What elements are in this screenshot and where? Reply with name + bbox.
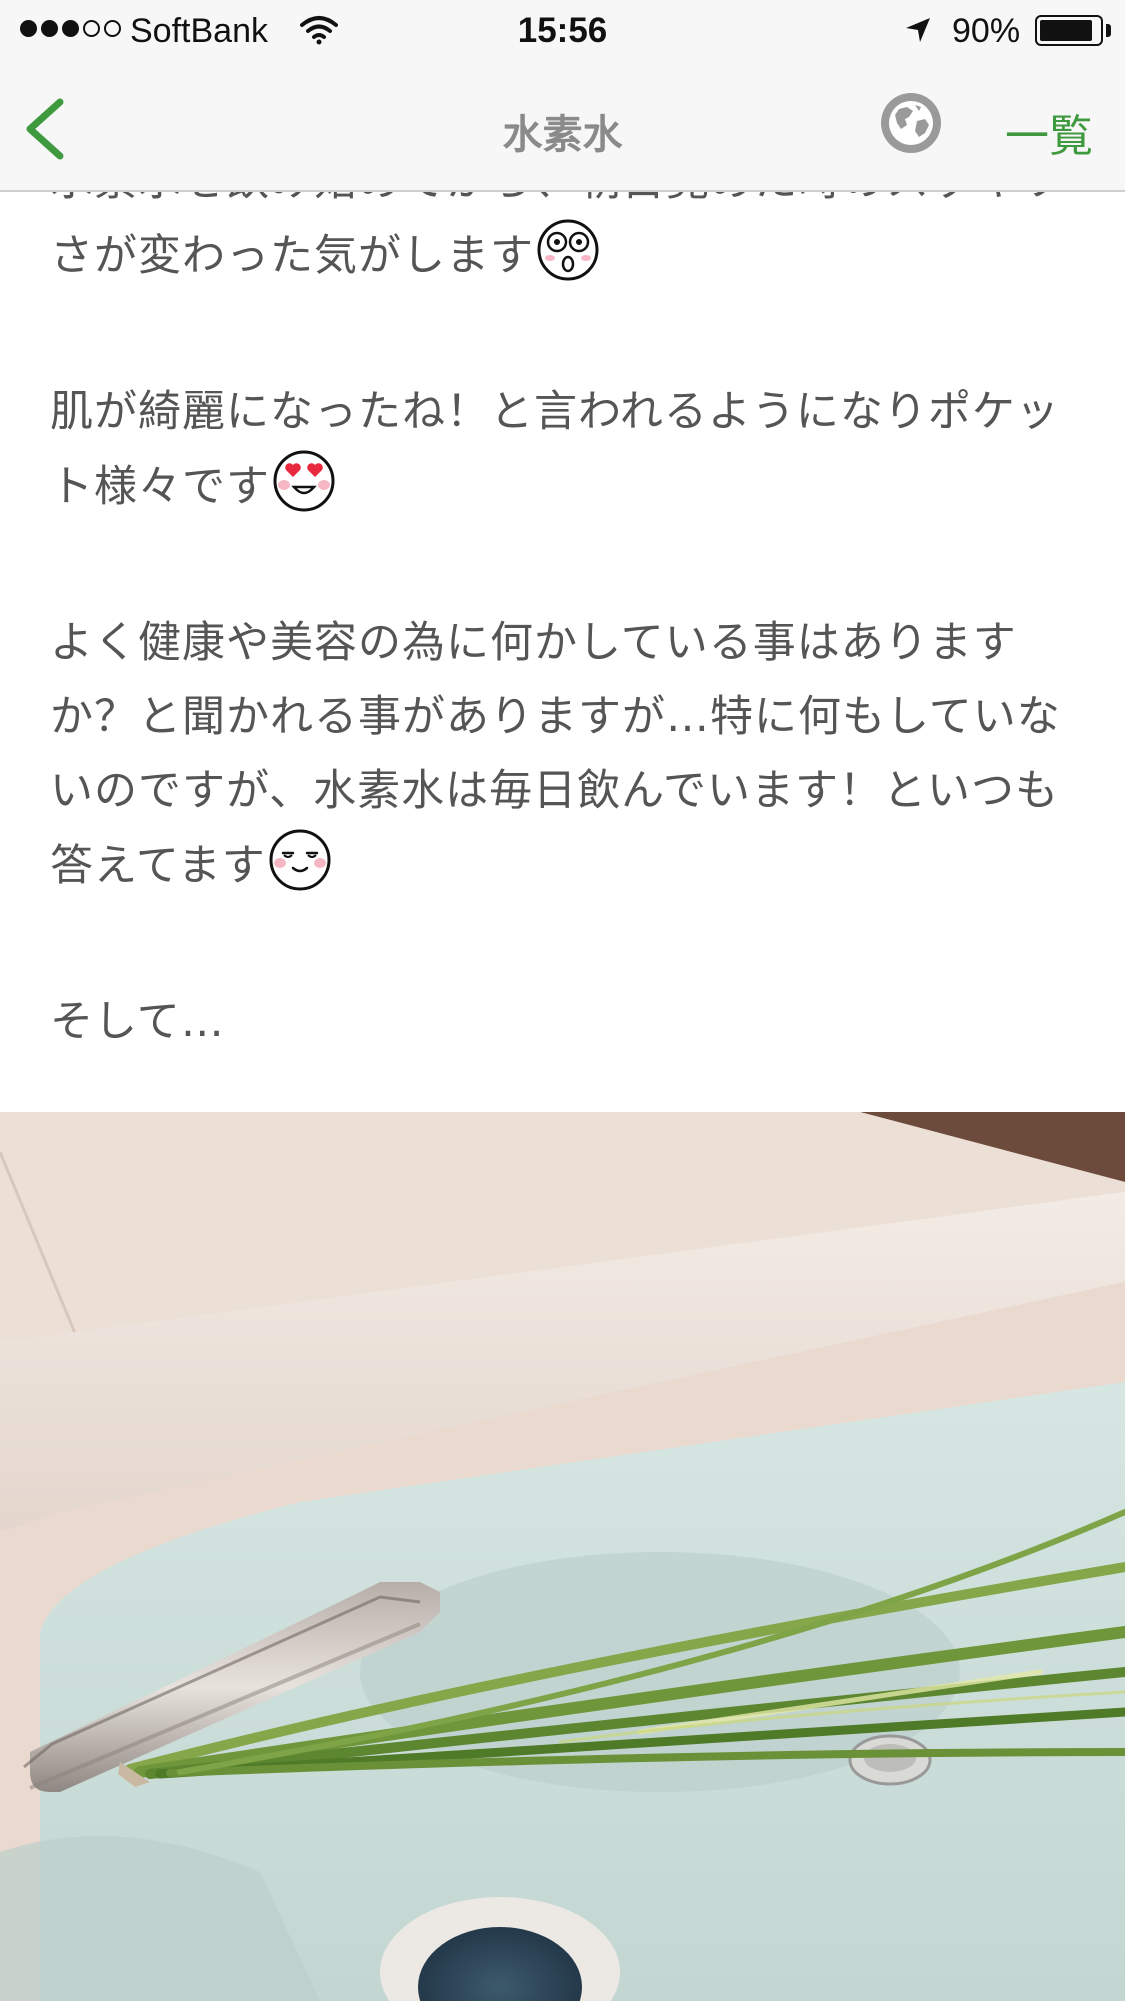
back-button[interactable] <box>18 96 78 162</box>
chevron-left-icon <box>26 98 64 160</box>
globe-icon <box>881 93 941 153</box>
bathtub-photo-image <box>0 1112 1125 2001</box>
battery-percent: 90% <box>952 12 1021 50</box>
screen: SoftBank 15:56 90% 水素水 一覧 さが変わった気がします 肌が… <box>0 0 1125 2001</box>
article-photo[interactable] <box>0 1112 1125 2001</box>
article-paragraph: よく健康や美容の為に何かしている事はありますか？と聞かれる事がありますが…特に何… <box>50 606 1080 903</box>
article-paragraph: 肌が綺麗になったね！と言われるようになりポケット様々です <box>50 375 1080 524</box>
location-arrow-icon <box>906 18 930 42</box>
article-paragraph: 水素水を飲み始めてから、朝目覚めた時のスッキリさが変わった気がします <box>50 192 1080 293</box>
surprised-face-icon <box>537 219 599 281</box>
signal-strength-icon <box>20 20 121 37</box>
battery-level-fill <box>1040 20 1093 41</box>
paragraph-text: 肌が綺麗になったね！と言われるようになりポケット様々です <box>50 387 1060 512</box>
battery-icon <box>1035 15 1103 46</box>
article-paragraph: そして… <box>50 985 1080 1059</box>
paragraph-text: そして… <box>50 997 225 1047</box>
carrier-name: SoftBank <box>130 12 268 50</box>
globe-button[interactable] <box>879 91 943 155</box>
page-title: 水素水 <box>502 112 623 158</box>
heart-eyes-face-icon <box>273 450 335 512</box>
list-view-button[interactable]: 一覧 <box>1005 100 1093 164</box>
navigation-bar: 水素水 一覧 <box>0 62 1125 192</box>
battery-tip <box>1106 24 1111 37</box>
content-face-icon <box>269 829 331 891</box>
status-bar: SoftBank 15:56 90% <box>0 0 1125 62</box>
wifi-icon <box>300 16 338 45</box>
article-content: 水素水を飲み始めてから、朝目覚めた時のスッキリさが変わった気がします 肌が綺麗に… <box>50 192 1080 1112</box>
article-body: 水素水を飲み始めてから、朝目覚めた時のスッキリさが変わった気がします 肌が綺麗に… <box>0 192 1125 1112</box>
paragraph-text: よく健康や美容の為に何かしている事はありますか？と聞かれる事がありますが…特に何… <box>50 618 1061 891</box>
